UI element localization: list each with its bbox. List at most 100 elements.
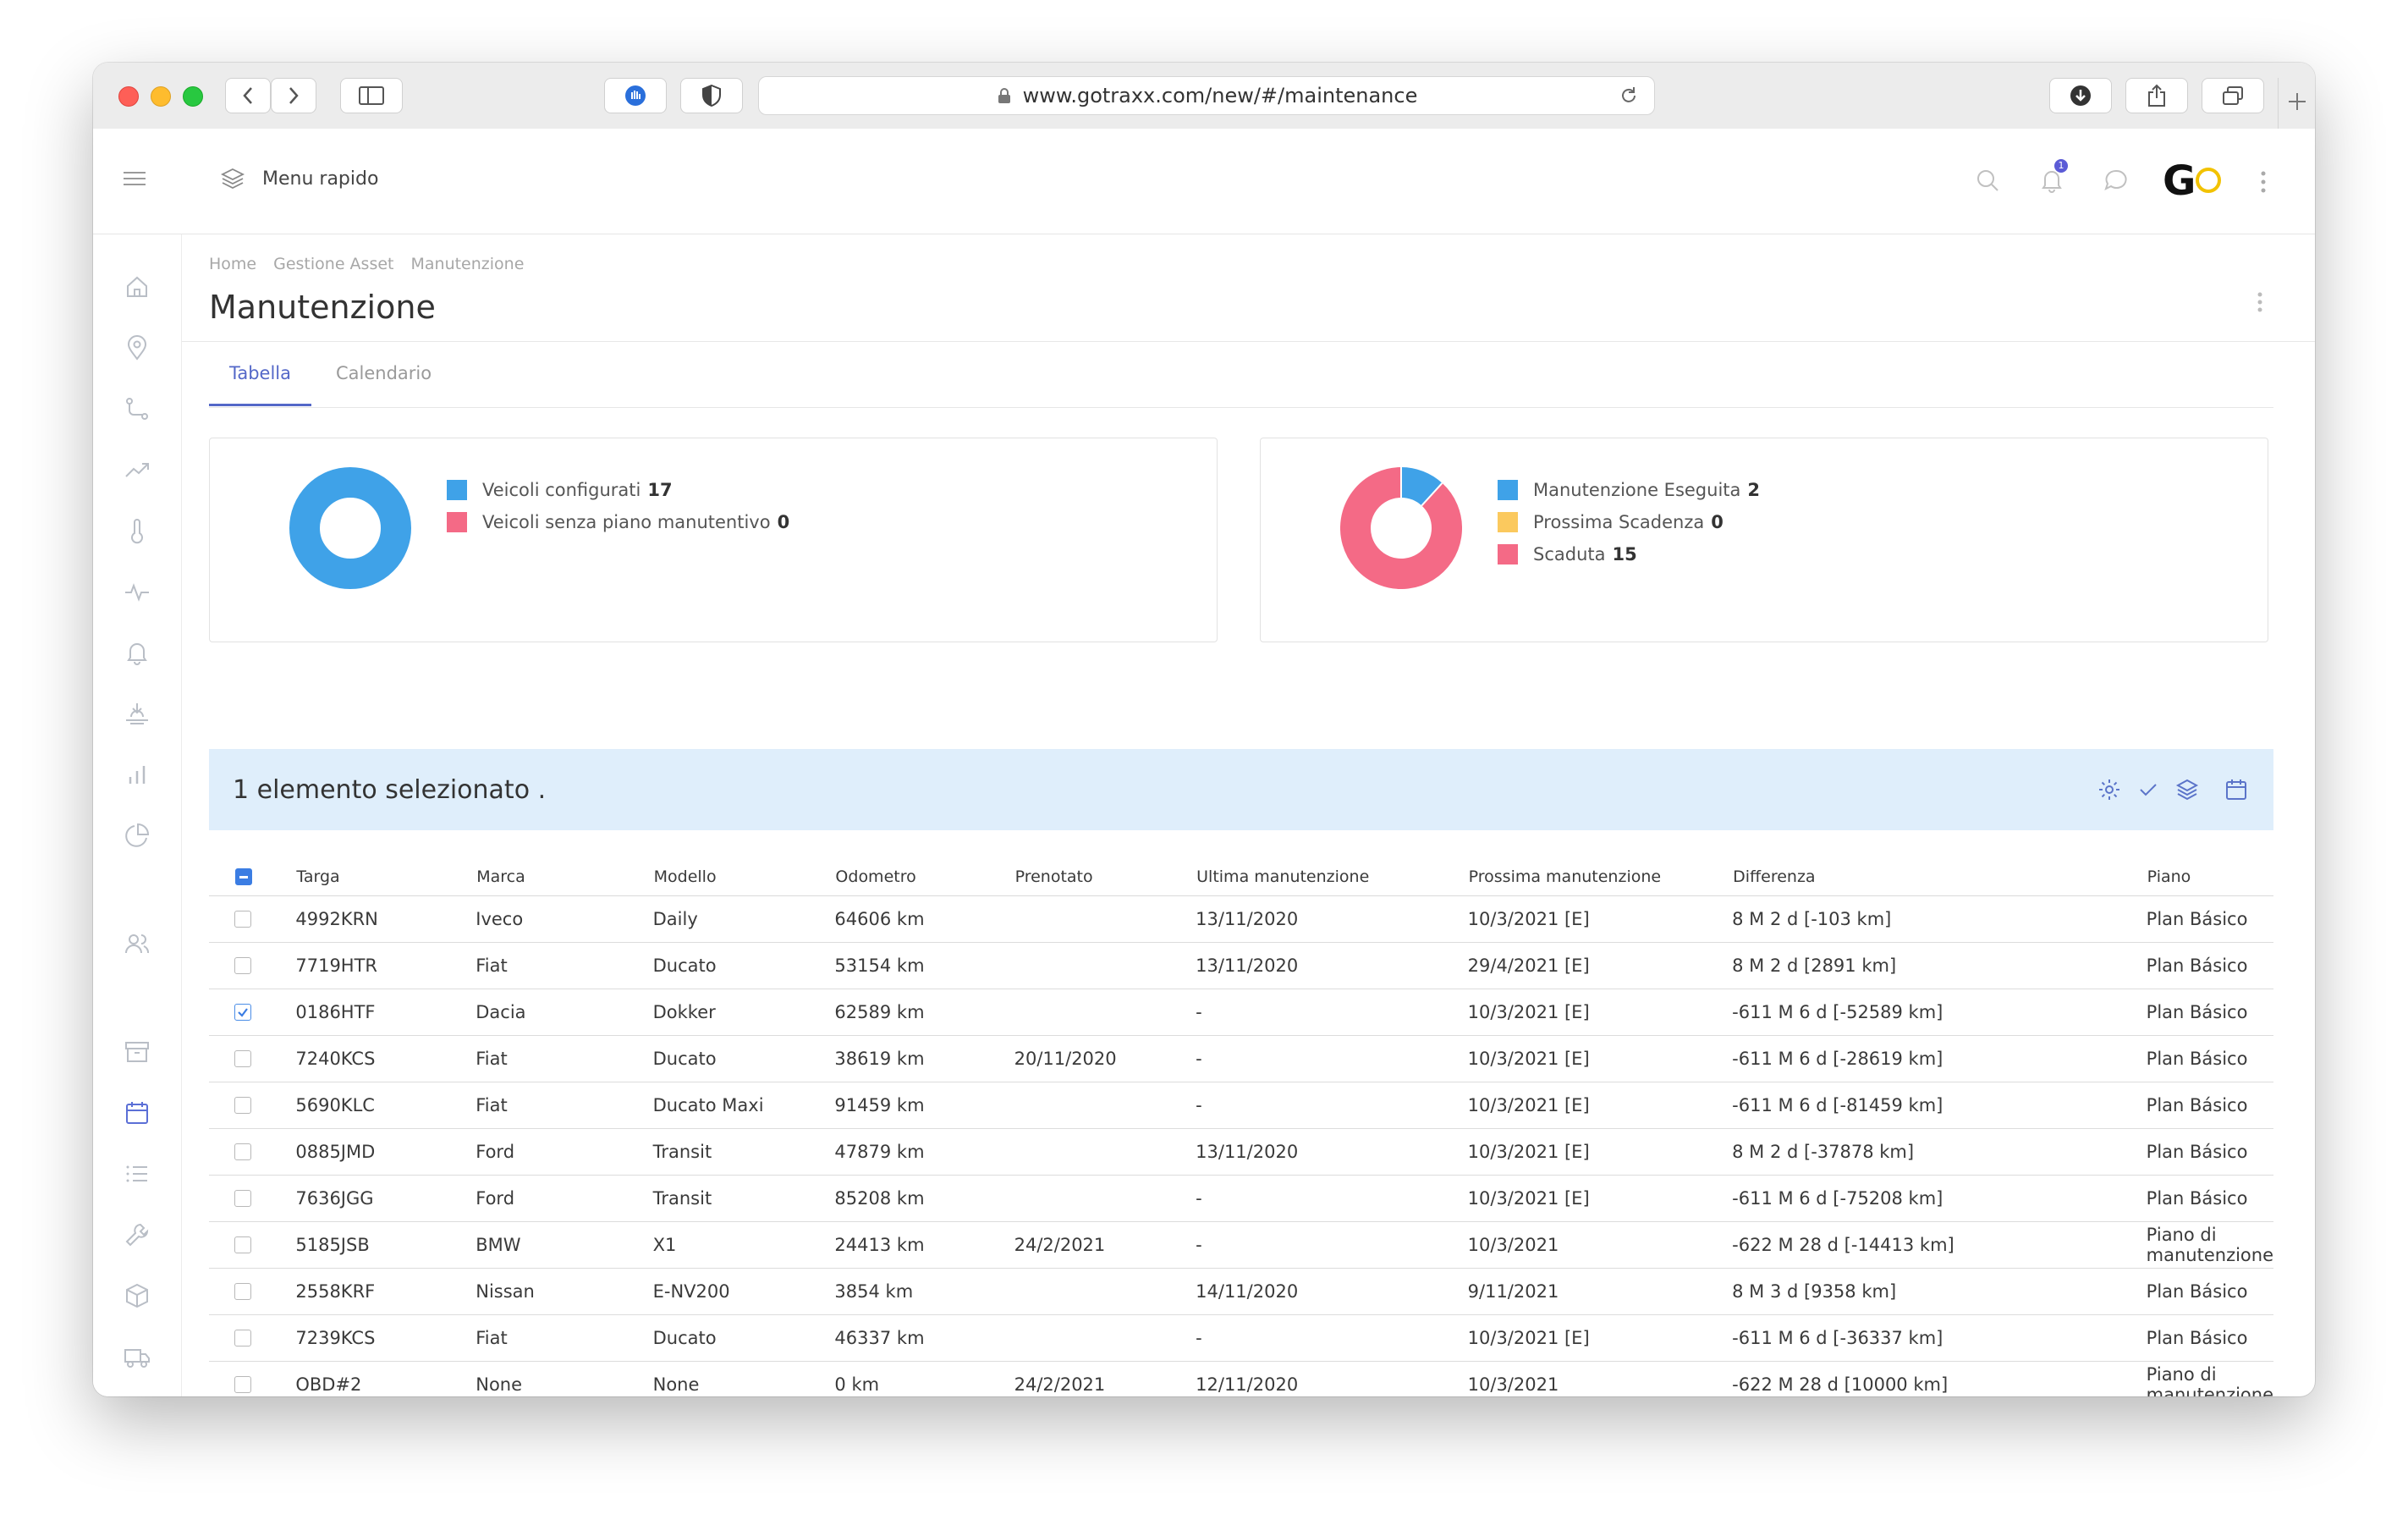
sidebar-toggle-button[interactable] (340, 78, 403, 113)
close-window-button[interactable] (118, 86, 139, 107)
row-select-cell (209, 895, 296, 943)
column-header-prenotato[interactable]: Prenotato (1014, 839, 1196, 896)
table-row[interactable]: 5690KLC Fiat Ducato Maxi 91459 km -10/3/2021… (209, 1082, 2273, 1129)
table-row[interactable]: 4992KRN Iveco Daily 64606 km 13/11/2020 10/3/… (209, 895, 2273, 943)
pie-chart-icon[interactable] (124, 822, 151, 849)
quick-menu-button[interactable]: Menu rapido (220, 166, 378, 191)
select-all-checkbox[interactable] (235, 868, 252, 885)
minimize-window-button[interactable] (151, 86, 171, 107)
more-vertical-icon[interactable] (2259, 169, 2268, 195)
row-checkbox[interactable] (234, 1236, 251, 1253)
row-checkbox[interactable] (234, 1004, 251, 1021)
cell-odometro: 62589 km (834, 989, 1014, 1036)
back-button[interactable] (225, 78, 271, 113)
row-checkbox[interactable] (234, 1097, 251, 1114)
row-checkbox[interactable] (234, 1283, 251, 1300)
bar-chart-icon[interactable] (124, 761, 151, 788)
privacy-button[interactable] (680, 78, 743, 113)
archive-icon[interactable] (124, 1038, 151, 1066)
row-checkbox[interactable] (234, 1050, 251, 1067)
bell-icon[interactable] (124, 639, 151, 666)
table-row[interactable]: 2558KRF Nissan E-NV200 3854 km 14/11/2020 9/1… (209, 1268, 2273, 1315)
row-checkbox[interactable] (234, 1376, 251, 1393)
cell-piano: Plan Básico (2146, 989, 2273, 1036)
table-row[interactable]: 7240KCS Fiat Ducato 38619 km 20/11/2020-10/3… (209, 1035, 2273, 1082)
breadcrumb-home[interactable]: Home (209, 255, 256, 273)
legend-swatch (447, 512, 467, 532)
wrench-icon[interactable] (124, 1221, 151, 1248)
thermometer-icon[interactable] (124, 517, 151, 544)
row-select-cell (209, 1035, 296, 1082)
address-bar[interactable]: www.gotraxx.com/new/#/maintenance (758, 76, 1655, 115)
cell-piano: Piano di manutenzione (2146, 1361, 2273, 1396)
route-icon[interactable] (124, 395, 151, 422)
column-header-prossima-manutenzione[interactable]: Prossima manutenzione (1467, 839, 1733, 896)
trending-up-icon[interactable] (124, 456, 151, 483)
row-checkbox[interactable] (234, 1143, 251, 1160)
activity-icon[interactable] (124, 578, 151, 605)
zoom-window-button[interactable] (183, 86, 203, 107)
cell-odometro: 24413 km (834, 1221, 1014, 1269)
table-row[interactable]: OBD#2 None None 0 km 24/2/2021 12/11/2020 10/3… (209, 1361, 2273, 1396)
search-icon[interactable] (1975, 168, 2000, 193)
column-header-marca[interactable]: Marca (476, 839, 653, 896)
row-checkbox[interactable] (234, 957, 251, 974)
layers-icon[interactable] (2175, 778, 2199, 801)
legend-label: Scaduta (1533, 544, 1606, 564)
cell-differenza: -622 M 28 d [10000 km] (1732, 1361, 2147, 1396)
column-header-piano[interactable]: Piano (2146, 839, 2273, 896)
sunset-icon[interactable] (124, 700, 151, 727)
row-checkbox[interactable] (234, 1190, 251, 1207)
tabs-overview-button[interactable] (2202, 78, 2264, 113)
legend-swatch (1498, 544, 1518, 564)
table-row[interactable]: 0885JMD Ford Transit 47879 km 13/11/2020 10/3… (209, 1128, 2273, 1176)
page-more-vertical-icon[interactable] (2256, 290, 2264, 314)
cell-odometro: 3854 km (834, 1268, 1014, 1315)
row-checkbox[interactable] (234, 911, 251, 928)
breadcrumb-asset-management[interactable]: Gestione Asset (273, 255, 393, 273)
users-icon[interactable] (124, 930, 151, 957)
chat-icon[interactable] (2103, 168, 2129, 193)
hamburger-menu-icon[interactable] (122, 169, 147, 188)
list-icon[interactable] (124, 1160, 151, 1187)
table-row[interactable]: 7636JGG Ford Transit 85208 km -10/3/2021 [E]… (209, 1175, 2273, 1222)
cell-differenza: -622 M 28 d [-14413 km] (1732, 1221, 2147, 1269)
column-header-odometro[interactable]: Odometro (834, 839, 1014, 896)
cell-ultima: - (1196, 1314, 1468, 1362)
new-tab-button[interactable] (2278, 78, 2315, 129)
column-header-ultima-manutenzione[interactable]: Ultima manutenzione (1196, 839, 1468, 896)
calendar-icon[interactable] (124, 1099, 151, 1126)
share-button[interactable] (2125, 78, 2188, 113)
column-header-targa[interactable]: Targa (295, 839, 476, 896)
brand-logo[interactable]: G (2163, 157, 2222, 205)
cell-prossima: 10/3/2021 (1467, 1221, 1733, 1269)
check-icon[interactable] (2136, 778, 2160, 801)
downloads-button[interactable] (2049, 78, 2112, 113)
row-checkbox[interactable] (234, 1330, 251, 1347)
cell-prenotato (1014, 1175, 1196, 1222)
tab-calendario[interactable]: Calendario (316, 363, 452, 404)
home-icon[interactable] (124, 273, 151, 300)
table-row[interactable]: 0186HTF Dacia Dokker 62589 km -10/3/2021 [E]… (209, 989, 2273, 1036)
column-header-modello[interactable]: Modello (652, 839, 835, 896)
cell-differenza: 8 M 2 d [2891 km] (1732, 942, 2147, 989)
calendar-icon[interactable] (2224, 778, 2248, 801)
location-pin-icon[interactable] (124, 334, 151, 361)
extension-button[interactable] (604, 78, 667, 113)
box-icon[interactable] (124, 1282, 151, 1309)
table-row[interactable]: 7719HTR Fiat Ducato 53154 km 13/11/2020 29/4/… (209, 942, 2273, 989)
table-row[interactable]: 7239KCS Fiat Ducato 46337 km -10/3/2021 [E] -… (209, 1314, 2273, 1362)
tab-tabella[interactable]: Tabella (209, 363, 312, 406)
table-row[interactable]: 5185JSB BMW X1 24413 km 24/2/2021-10/3/2021-… (209, 1221, 2273, 1269)
legend-label: Manutenzione Eseguita (1533, 480, 1741, 500)
legend-value: 17 (647, 480, 673, 500)
legend-swatch (1498, 512, 1518, 532)
notification-badge: 1 (2054, 159, 2068, 173)
cell-ultima: - (1196, 1035, 1468, 1082)
reload-icon[interactable] (1619, 85, 1639, 106)
gear-icon[interactable] (2097, 778, 2121, 801)
truck-icon[interactable] (124, 1343, 151, 1370)
forward-button[interactable] (271, 78, 316, 113)
column-header-differenza[interactable]: Differenza (1732, 839, 2147, 896)
cell-modello: Ducato (652, 1314, 835, 1362)
